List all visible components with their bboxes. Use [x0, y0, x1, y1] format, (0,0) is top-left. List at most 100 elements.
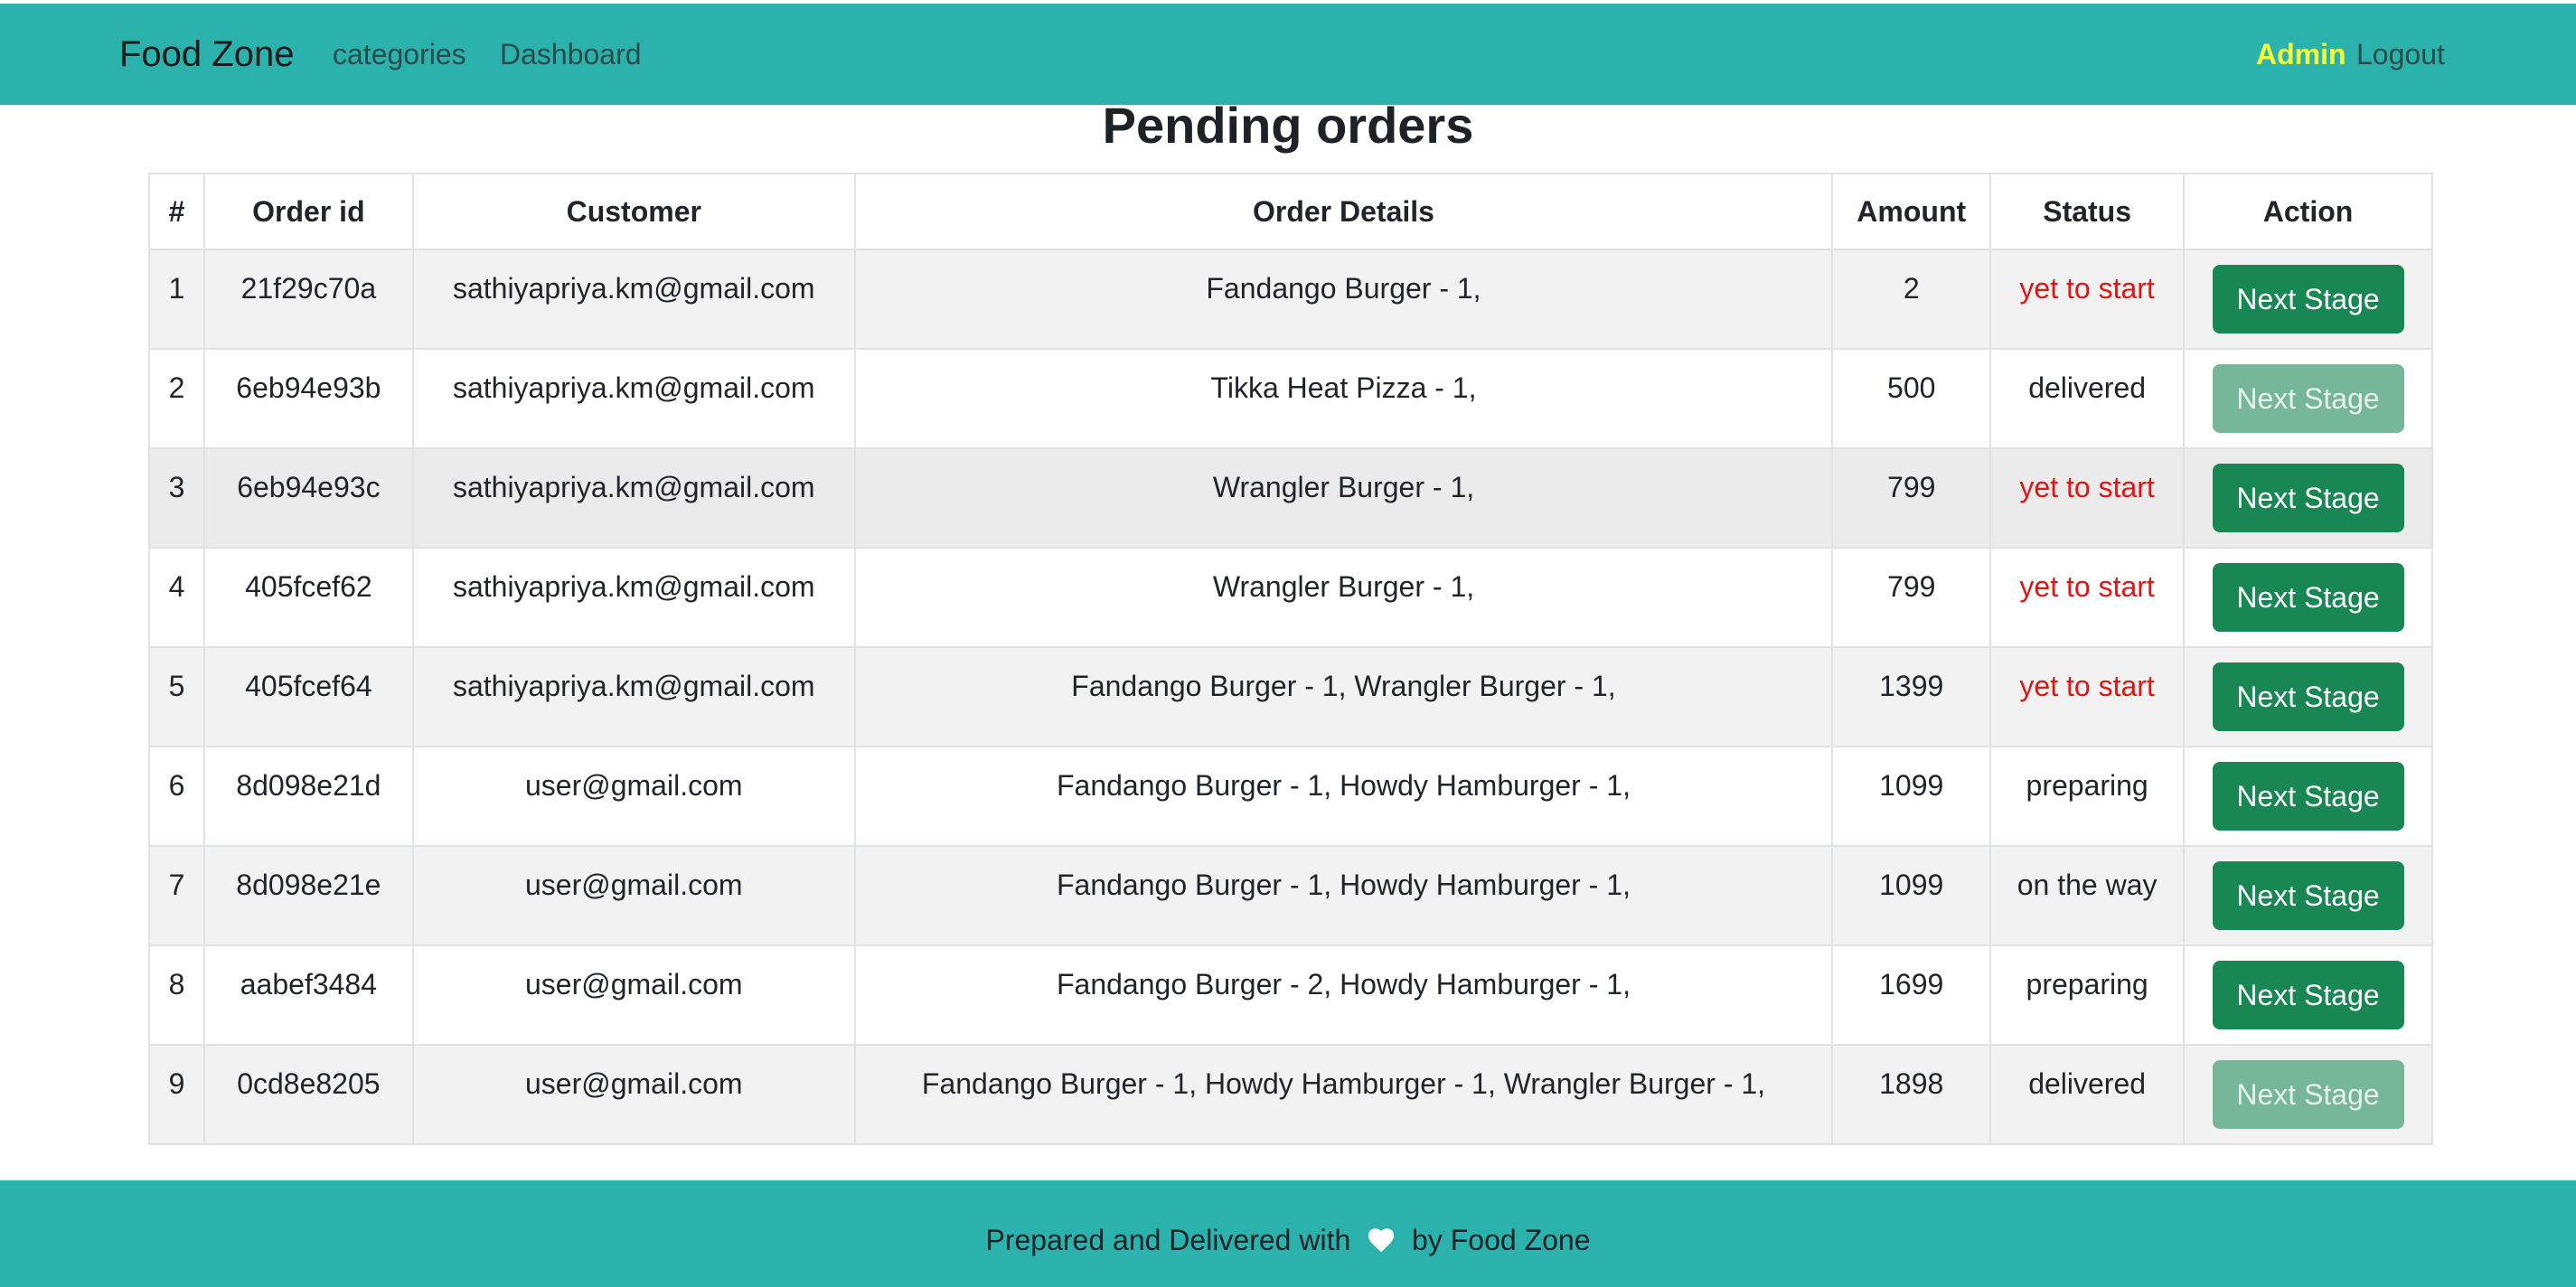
order-amount: 1699: [1831, 944, 1992, 1046]
table-row: 3 6eb94e93c sathiyapriya.km@gmail.com Wr…: [148, 447, 2433, 549]
customer-email: sathiyapriya.km@gmail.com: [411, 547, 856, 648]
order-id: 8d098e21d: [202, 746, 414, 847]
order-details: Fandango Burger - 1, Wrangler Burger - 1…: [853, 646, 1834, 747]
order-amount: 799: [1831, 447, 1992, 549]
action-cell: Next Stage: [2183, 646, 2433, 747]
next-stage-button[interactable]: Next Stage: [2212, 562, 2404, 632]
order-status: delivered: [1989, 1044, 2186, 1145]
order-status: delivered: [1989, 348, 2186, 449]
next-stage-button[interactable]: Next Stage: [2212, 363, 2404, 433]
order-number: 6: [148, 746, 205, 847]
order-amount: 799: [1831, 547, 1992, 648]
order-amount: 1898: [1831, 1044, 1992, 1145]
customer-email: user@gmail.com: [411, 944, 856, 1046]
next-stage-button[interactable]: Next Stage: [2212, 662, 2404, 731]
order-number: 4: [148, 547, 205, 648]
next-stage-button[interactable]: Next Stage: [2212, 463, 2404, 532]
customer-email: sathiyapriya.km@gmail.com: [411, 348, 856, 449]
order-status: on the way: [1989, 845, 2186, 946]
page-title: Pending orders: [1102, 97, 1474, 154]
action-cell: Next Stage: [2183, 447, 2433, 549]
order-details: Fandango Burger - 2, Howdy Hamburger - 1…: [853, 944, 1834, 1046]
next-stage-button[interactable]: Next Stage: [2212, 1059, 2404, 1129]
order-number: 8: [148, 944, 205, 1046]
table-row: 2 6eb94e93b sathiyapriya.km@gmail.com Ti…: [148, 348, 2433, 449]
next-stage-button[interactable]: Next Stage: [2212, 860, 2404, 930]
customer-email: sathiyapriya.km@gmail.com: [411, 249, 856, 350]
brand-logo[interactable]: Food Zone: [119, 4, 294, 105]
nav-link-admin[interactable]: Admin: [2256, 4, 2346, 105]
nav-link-dashboard[interactable]: Dashboard: [500, 4, 642, 105]
footer-text-after: by Food Zone: [1412, 1224, 1591, 1256]
action-cell: Next Stage: [2183, 348, 2433, 449]
next-stage-button[interactable]: Next Stage: [2212, 264, 2404, 333]
table-row: 8 aabef3484 user@gmail.com Fandango Burg…: [148, 944, 2433, 1046]
orders-table: # Order id Customer Order Details Amount…: [148, 173, 2433, 1145]
nav-link-categories[interactable]: categories: [333, 4, 466, 105]
order-id: 0cd8e8205: [202, 1044, 414, 1145]
nav-link-logout[interactable]: Logout: [2356, 4, 2445, 105]
customer-email: user@gmail.com: [411, 1044, 856, 1145]
order-id: 8d098e21e: [202, 845, 414, 946]
order-details: Wrangler Burger - 1,: [853, 547, 1834, 648]
footer-text-before: Prepared and Delivered with: [985, 1224, 1351, 1256]
customer-email: sathiyapriya.km@gmail.com: [411, 646, 856, 747]
action-cell: Next Stage: [2183, 547, 2433, 648]
order-status: yet to start: [1989, 547, 2186, 648]
customer-email: sathiyapriya.km@gmail.com: [411, 447, 856, 549]
column-header-order-id: Order id: [202, 173, 414, 250]
order-id: 6eb94e93c: [202, 447, 414, 549]
customer-email: user@gmail.com: [411, 845, 856, 946]
order-number: 3: [148, 447, 205, 549]
action-cell: Next Stage: [2183, 1044, 2433, 1145]
order-details: Fandango Burger - 1, Howdy Hamburger - 1…: [853, 845, 1834, 946]
table-row: 1 21f29c70a sathiyapriya.km@gmail.com Fa…: [148, 249, 2433, 350]
order-id: 6eb94e93b: [202, 348, 414, 449]
column-header-action: Action: [2183, 173, 2433, 250]
table-row: 5 405fcef64 sathiyapriya.km@gmail.com Fa…: [148, 646, 2433, 747]
order-amount: 1099: [1831, 746, 1992, 847]
action-cell: Next Stage: [2183, 249, 2433, 350]
column-header-number: #: [148, 173, 205, 250]
order-amount: 2: [1831, 249, 1992, 350]
footer: Prepared and Delivered with by Food Zone: [0, 1180, 2576, 1287]
order-number: 5: [148, 646, 205, 747]
order-id: 405fcef64: [202, 646, 414, 747]
order-status: preparing: [1989, 746, 2186, 847]
table-row: 4 405fcef62 sathiyapriya.km@gmail.com Wr…: [148, 547, 2433, 648]
column-header-amount: Amount: [1831, 173, 1992, 250]
order-number: 7: [148, 845, 205, 946]
order-amount: 1399: [1831, 646, 1992, 747]
order-number: 2: [148, 348, 205, 449]
table-row: 7 8d098e21e user@gmail.com Fandango Burg…: [148, 845, 2433, 946]
order-id: 21f29c70a: [202, 249, 414, 350]
customer-email: user@gmail.com: [411, 746, 856, 847]
column-header-status: Status: [1989, 173, 2186, 250]
column-header-customer: Customer: [411, 173, 856, 250]
order-details: Tikka Heat Pizza - 1,: [853, 348, 1834, 449]
order-status: yet to start: [1989, 249, 2186, 350]
column-header-order-details: Order Details: [853, 173, 1834, 250]
order-status: yet to start: [1989, 646, 2186, 747]
table-header-row: # Order id Customer Order Details Amount…: [148, 173, 2433, 250]
order-amount: 500: [1831, 348, 1992, 449]
heart-icon: [1368, 1227, 1395, 1252]
table-row: 6 8d098e21d user@gmail.com Fandango Burg…: [148, 746, 2433, 847]
order-amount: 1099: [1831, 845, 1992, 946]
order-number: 9: [148, 1044, 205, 1145]
order-details: Wrangler Burger - 1,: [853, 447, 1834, 549]
navbar: Food Zone categories Dashboard Admin Log…: [0, 4, 2576, 105]
order-details: Fandango Burger - 1, Howdy Hamburger - 1…: [853, 746, 1834, 847]
order-number: 1: [148, 249, 205, 350]
order-details: Fandango Burger - 1,: [853, 249, 1834, 350]
next-stage-button[interactable]: Next Stage: [2212, 960, 2404, 1029]
order-id: 405fcef62: [202, 547, 414, 648]
action-cell: Next Stage: [2183, 845, 2433, 946]
action-cell: Next Stage: [2183, 944, 2433, 1046]
order-status: preparing: [1989, 944, 2186, 1046]
action-cell: Next Stage: [2183, 746, 2433, 847]
next-stage-button[interactable]: Next Stage: [2212, 761, 2404, 831]
order-id: aabef3484: [202, 944, 414, 1046]
order-status: yet to start: [1989, 447, 2186, 549]
table-row: 9 0cd8e8205 user@gmail.com Fandango Burg…: [148, 1044, 2433, 1145]
